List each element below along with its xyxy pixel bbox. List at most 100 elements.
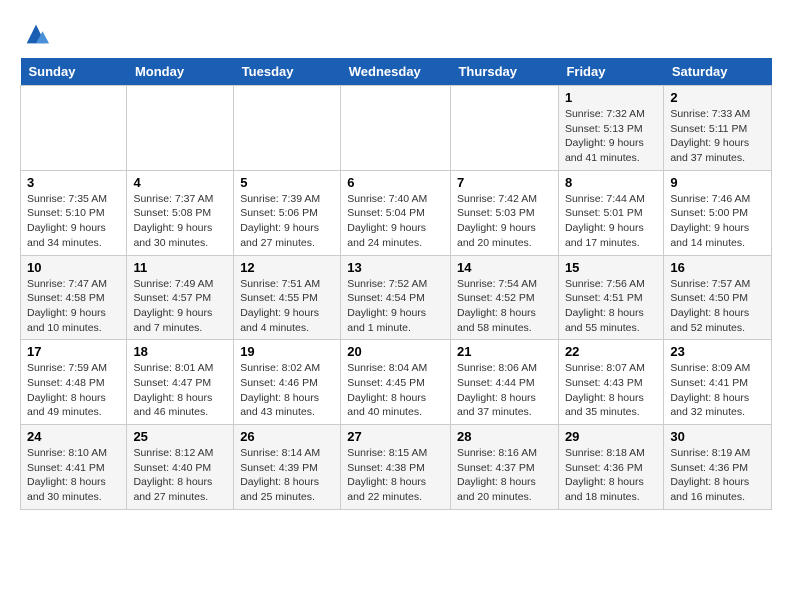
calendar-cell: 12 Sunrise: 7:51 AM Sunset: 4:55 PM Dayli… — [234, 255, 341, 340]
header-monday: Monday — [127, 58, 234, 86]
day-number: 3 — [27, 175, 120, 190]
day-number: 16 — [670, 260, 765, 275]
calendar-cell — [127, 86, 234, 171]
day-info: Sunrise: 7:52 AM Sunset: 4:54 PM Dayligh… — [347, 277, 444, 336]
day-info: Sunrise: 7:49 AM Sunset: 4:57 PM Dayligh… — [133, 277, 227, 336]
header-wednesday: Wednesday — [341, 58, 451, 86]
day-number: 14 — [457, 260, 552, 275]
calendar-cell: 30 Sunrise: 8:19 AM Sunset: 4:36 PM Dayli… — [664, 425, 772, 510]
day-number: 4 — [133, 175, 227, 190]
day-number: 9 — [670, 175, 765, 190]
day-number: 10 — [27, 260, 120, 275]
calendar-cell — [341, 86, 451, 171]
day-number: 5 — [240, 175, 334, 190]
calendar-table: SundayMondayTuesdayWednesdayThursdayFrid… — [20, 58, 772, 510]
day-info: Sunrise: 7:44 AM Sunset: 5:01 PM Dayligh… — [565, 192, 657, 251]
day-info: Sunrise: 8:16 AM Sunset: 4:37 PM Dayligh… — [457, 446, 552, 505]
calendar-cell: 14Sunrise: 7:54 AM Sunset: 4:52 PM Dayli… — [450, 255, 558, 340]
calendar-cell: 6Sunrise: 7:40 AM Sunset: 5:04 PM Daylig… — [341, 170, 451, 255]
day-number: 29 — [565, 429, 657, 444]
calendar-cell: 16 Sunrise: 7:57 AM Sunset: 4:50 PM Dayli… — [664, 255, 772, 340]
calendar-cell: 2 Sunrise: 7:33 AM Sunset: 5:11 PM Daylig… — [664, 86, 772, 171]
logo — [20, 20, 50, 48]
day-number: 17 — [27, 344, 120, 359]
day-info: Sunrise: 7:33 AM Sunset: 5:11 PM Dayligh… — [670, 107, 765, 166]
day-number: 2 — [670, 90, 765, 105]
day-info: Sunrise: 8:10 AM Sunset: 4:41 PM Dayligh… — [27, 446, 120, 505]
logo-icon — [22, 20, 50, 48]
week-row-4: 24 Sunrise: 8:10 AM Sunset: 4:41 PM Dayli… — [21, 425, 772, 510]
day-number: 11 — [133, 260, 227, 275]
day-info: Sunrise: 7:35 AM Sunset: 5:10 PM Dayligh… — [27, 192, 120, 251]
day-number: 20 — [347, 344, 444, 359]
day-info: Sunrise: 7:47 AM Sunset: 4:58 PM Dayligh… — [27, 277, 120, 336]
day-number: 25 — [133, 429, 227, 444]
day-number: 13 — [347, 260, 444, 275]
day-number: 15 — [565, 260, 657, 275]
header-friday: Friday — [558, 58, 663, 86]
week-row-3: 17 Sunrise: 7:59 AM Sunset: 4:48 PM Dayli… — [21, 340, 772, 425]
day-number: 23 — [670, 344, 765, 359]
calendar-cell: 27Sunrise: 8:15 AM Sunset: 4:38 PM Dayli… — [341, 425, 451, 510]
calendar-cell — [21, 86, 127, 171]
calendar-cell: 4 Sunrise: 7:37 AM Sunset: 5:08 PM Daylig… — [127, 170, 234, 255]
day-number: 28 — [457, 429, 552, 444]
day-info: Sunrise: 8:19 AM Sunset: 4:36 PM Dayligh… — [670, 446, 765, 505]
header-thursday: Thursday — [450, 58, 558, 86]
calendar-cell: 28 Sunrise: 8:16 AM Sunset: 4:37 PM Dayli… — [450, 425, 558, 510]
day-info: Sunrise: 8:14 AM Sunset: 4:39 PM Dayligh… — [240, 446, 334, 505]
day-info: Sunrise: 8:12 AM Sunset: 4:40 PM Dayligh… — [133, 446, 227, 505]
day-info: Sunrise: 8:01 AM Sunset: 4:47 PM Dayligh… — [133, 361, 227, 420]
calendar-cell: 11 Sunrise: 7:49 AM Sunset: 4:57 PM Dayli… — [127, 255, 234, 340]
header-saturday: Saturday — [664, 58, 772, 86]
calendar-cell: 26 Sunrise: 8:14 AM Sunset: 4:39 PM Dayli… — [234, 425, 341, 510]
header-tuesday: Tuesday — [234, 58, 341, 86]
calendar-cell: 19 Sunrise: 8:02 AM Sunset: 4:46 PM Dayli… — [234, 340, 341, 425]
day-info: Sunrise: 8:15 AM Sunset: 4:38 PM Dayligh… — [347, 446, 444, 505]
day-number: 30 — [670, 429, 765, 444]
calendar-cell: 21Sunrise: 8:06 AM Sunset: 4:44 PM Dayli… — [450, 340, 558, 425]
calendar-cell: 7 Sunrise: 7:42 AM Sunset: 5:03 PM Daylig… — [450, 170, 558, 255]
day-number: 18 — [133, 344, 227, 359]
day-number: 22 — [565, 344, 657, 359]
day-info: Sunrise: 8:18 AM Sunset: 4:36 PM Dayligh… — [565, 446, 657, 505]
day-info: Sunrise: 7:57 AM Sunset: 4:50 PM Dayligh… — [670, 277, 765, 336]
calendar-cell: 5Sunrise: 7:39 AM Sunset: 5:06 PM Daylig… — [234, 170, 341, 255]
calendar-cell: 25 Sunrise: 8:12 AM Sunset: 4:40 PM Dayli… — [127, 425, 234, 510]
calendar-cell: 23Sunrise: 8:09 AM Sunset: 4:41 PM Dayli… — [664, 340, 772, 425]
day-info: Sunrise: 7:56 AM Sunset: 4:51 PM Dayligh… — [565, 277, 657, 336]
day-number: 26 — [240, 429, 334, 444]
calendar-cell — [234, 86, 341, 171]
calendar-cell: 10 Sunrise: 7:47 AM Sunset: 4:58 PM Dayli… — [21, 255, 127, 340]
week-row-2: 10 Sunrise: 7:47 AM Sunset: 4:58 PM Dayli… — [21, 255, 772, 340]
day-number: 7 — [457, 175, 552, 190]
calendar-header-row: SundayMondayTuesdayWednesdayThursdayFrid… — [21, 58, 772, 86]
calendar-cell: 1Sunrise: 7:32 AM Sunset: 5:13 PM Daylig… — [558, 86, 663, 171]
week-row-0: 1Sunrise: 7:32 AM Sunset: 5:13 PM Daylig… — [21, 86, 772, 171]
calendar-cell: 22 Sunrise: 8:07 AM Sunset: 4:43 PM Dayli… — [558, 340, 663, 425]
calendar-cell: 17 Sunrise: 7:59 AM Sunset: 4:48 PM Dayli… — [21, 340, 127, 425]
calendar-cell: 29 Sunrise: 8:18 AM Sunset: 4:36 PM Dayli… — [558, 425, 663, 510]
day-info: Sunrise: 8:07 AM Sunset: 4:43 PM Dayligh… — [565, 361, 657, 420]
day-info: Sunrise: 7:51 AM Sunset: 4:55 PM Dayligh… — [240, 277, 334, 336]
day-number: 1 — [565, 90, 657, 105]
calendar-cell — [450, 86, 558, 171]
day-info: Sunrise: 8:02 AM Sunset: 4:46 PM Dayligh… — [240, 361, 334, 420]
day-number: 12 — [240, 260, 334, 275]
calendar-cell: 15 Sunrise: 7:56 AM Sunset: 4:51 PM Dayli… — [558, 255, 663, 340]
calendar-cell: 13 Sunrise: 7:52 AM Sunset: 4:54 PM Dayli… — [341, 255, 451, 340]
day-number: 19 — [240, 344, 334, 359]
page-header — [20, 20, 772, 48]
day-number: 24 — [27, 429, 120, 444]
header-sunday: Sunday — [21, 58, 127, 86]
day-info: Sunrise: 7:46 AM Sunset: 5:00 PM Dayligh… — [670, 192, 765, 251]
calendar-cell: 8 Sunrise: 7:44 AM Sunset: 5:01 PM Daylig… — [558, 170, 663, 255]
day-info: Sunrise: 7:59 AM Sunset: 4:48 PM Dayligh… — [27, 361, 120, 420]
calendar-cell: 18 Sunrise: 8:01 AM Sunset: 4:47 PM Dayli… — [127, 340, 234, 425]
day-number: 21 — [457, 344, 552, 359]
day-number: 6 — [347, 175, 444, 190]
day-info: Sunrise: 7:42 AM Sunset: 5:03 PM Dayligh… — [457, 192, 552, 251]
day-info: Sunrise: 7:37 AM Sunset: 5:08 PM Dayligh… — [133, 192, 227, 251]
day-number: 8 — [565, 175, 657, 190]
calendar-cell: 3 Sunrise: 7:35 AM Sunset: 5:10 PM Daylig… — [21, 170, 127, 255]
